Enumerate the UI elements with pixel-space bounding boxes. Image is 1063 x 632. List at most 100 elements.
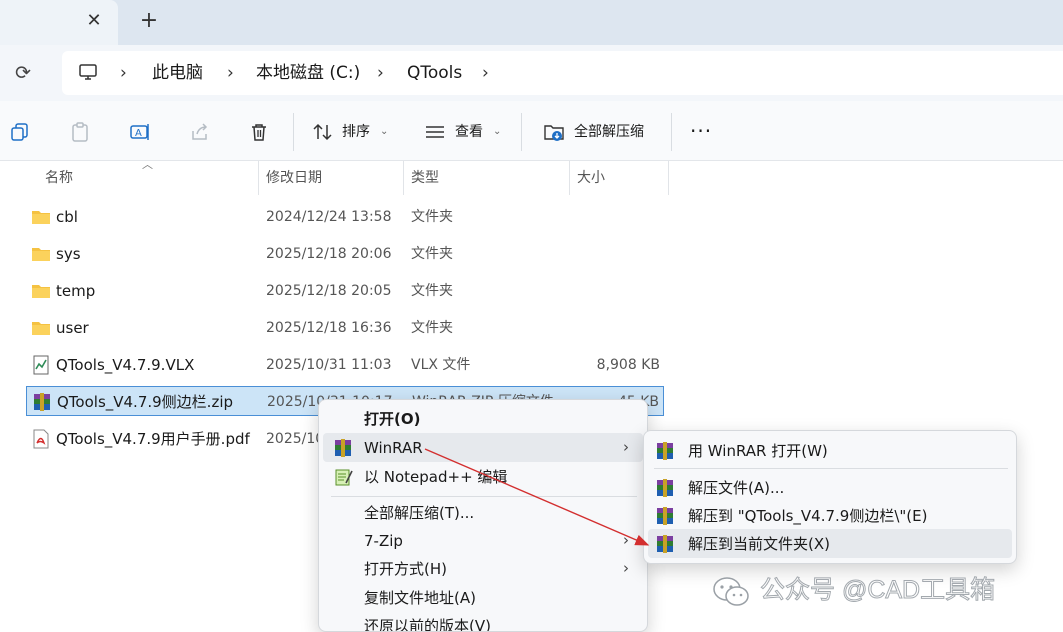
- submenu-item-label: 解压到当前文件夹(X): [688, 535, 830, 553]
- file-type: VLX 文件: [411, 357, 471, 373]
- column-header-date[interactable]: 修改日期: [266, 161, 322, 195]
- submenu-item-extract-files[interactable]: 解压文件(A)...: [648, 473, 1012, 502]
- winrar-icon: [335, 439, 351, 457]
- menu-item-label: 以 Notepad++ 编辑: [364, 468, 508, 486]
- breadcrumb-qtools[interactable]: QTools: [407, 63, 462, 83]
- file-date: 2025/12/18 16:36: [266, 320, 392, 336]
- menu-item-label: 打开方式(H): [364, 560, 447, 578]
- breadcrumb-separator[interactable]: ›: [377, 63, 384, 83]
- winrar-icon: [657, 442, 673, 460]
- share-icon[interactable]: [189, 121, 211, 143]
- refresh-icon[interactable]: ⟳: [12, 62, 34, 84]
- more-options-button[interactable]: ···: [690, 119, 712, 143]
- file-name: QTools_V4.7.9侧边栏.zip: [57, 393, 234, 411]
- extract-all-icon[interactable]: [543, 121, 565, 143]
- wechat-icon: [713, 577, 749, 606]
- submenu-item-extract-to-folder[interactable]: 解压到 "QTools_V4.7.9侧边栏\"(E): [648, 501, 1012, 530]
- file-row[interactable]: sys 2025/12/18 20:06 文件夹: [26, 239, 664, 269]
- file-date: 2024/12/24 13:58: [266, 209, 392, 225]
- file-type: 文件夹: [411, 320, 453, 336]
- column-divider[interactable]: [403, 161, 404, 195]
- sort-ascending-icon: ︿: [142, 158, 153, 171]
- winrar-icon: [657, 535, 673, 553]
- file-row[interactable]: cbl 2024/12/24 13:58 文件夹: [26, 202, 664, 232]
- chevron-down-icon[interactable]: ⌄: [493, 122, 501, 142]
- file-name: QTools_V4.7.9用户手册.pdf: [56, 430, 250, 448]
- submenu-item-open-with-winrar[interactable]: 用 WinRAR 打开(W): [648, 436, 1012, 465]
- menu-divider: [654, 468, 1008, 469]
- context-menu: 打开(O) WinRAR › 以 Notepad++ 编辑 全部解压缩(T)..…: [318, 399, 648, 632]
- tab-close-icon[interactable]: ✕: [84, 11, 104, 31]
- sort-icon[interactable]: [312, 121, 334, 143]
- paste-icon[interactable]: [69, 121, 91, 143]
- file-name: user: [56, 319, 89, 337]
- column-divider[interactable]: [569, 161, 570, 195]
- file-type: 文件夹: [411, 246, 453, 262]
- menu-item-copy-path[interactable]: 复制文件地址(A): [323, 583, 643, 612]
- breadcrumb-separator[interactable]: ›: [120, 63, 127, 83]
- folder-icon: [32, 285, 50, 298]
- winrar-archive-icon: [34, 393, 50, 411]
- tab-current[interactable]: ✕: [0, 0, 118, 45]
- computer-icon[interactable]: [78, 62, 98, 82]
- file-size: 8,908 KB: [596, 357, 660, 373]
- winrar-submenu: 用 WinRAR 打开(W) 解压文件(A)... 解压到 "QTools_V4…: [643, 430, 1017, 564]
- view-icon[interactable]: [424, 121, 446, 143]
- svg-text:A: A: [135, 128, 142, 139]
- toolbar-divider: [521, 113, 522, 151]
- command-bar: A 排序 ⌄ 查看 ⌄ 全部解压缩 ···: [0, 101, 1063, 161]
- column-divider[interactable]: [258, 161, 259, 195]
- breadcrumb-separator[interactable]: ›: [482, 63, 489, 83]
- new-tab-icon[interactable]: +: [138, 9, 160, 33]
- folder-icon: [32, 322, 50, 335]
- file-name: cbl: [56, 208, 78, 226]
- folder-icon: [32, 211, 50, 224]
- submenu-item-extract-here[interactable]: 解压到当前文件夹(X): [648, 529, 1012, 558]
- menu-item-extract-all[interactable]: 全部解压缩(T)...: [323, 498, 643, 527]
- breadcrumb-separator[interactable]: ›: [227, 63, 234, 83]
- menu-item-label: WinRAR: [364, 439, 423, 457]
- submenu-arrow-icon: ›: [623, 559, 629, 577]
- tab-strip: ✕ +: [0, 0, 1063, 45]
- breadcrumb-local-disk[interactable]: 本地磁盘 (C:): [256, 63, 360, 83]
- file-name: temp: [56, 282, 96, 300]
- menu-item-open[interactable]: 打开(O): [323, 404, 643, 433]
- delete-icon[interactable]: [248, 121, 270, 143]
- file-row[interactable]: temp 2025/12/18 20:05 文件夹: [26, 276, 664, 306]
- file-name: sys: [56, 245, 81, 263]
- menu-divider: [331, 496, 637, 497]
- submenu-item-label: 解压到 "QTools_V4.7.9侧边栏\"(E): [688, 507, 928, 525]
- rename-icon[interactable]: A: [129, 121, 151, 143]
- file-row[interactable]: QTools_V4.7.9.VLX 2025/10/31 11:03 VLX 文…: [26, 350, 664, 380]
- menu-item-label: 复制文件地址(A): [364, 589, 476, 607]
- file-type: 文件夹: [411, 209, 453, 225]
- menu-item-label: 全部解压缩(T)...: [364, 504, 475, 522]
- copy-icon[interactable]: [9, 121, 31, 143]
- file-name: QTools_V4.7.9.VLX: [56, 356, 195, 374]
- menu-item-open-with[interactable]: 打开方式(H) ›: [323, 554, 643, 583]
- menu-item-label: 还原以前的版本(V): [364, 617, 491, 632]
- view-button[interactable]: 查看: [455, 123, 483, 141]
- vlx-file-icon: [33, 355, 49, 375]
- menu-item-notepadpp[interactable]: 以 Notepad++ 编辑: [323, 462, 643, 491]
- chevron-down-icon[interactable]: ⌄: [380, 122, 388, 142]
- watermark-text: 公众号 @CAD工具箱: [759, 576, 996, 605]
- winrar-icon: [657, 507, 673, 525]
- address-bar[interactable]: › 此电脑 › 本地磁盘 (C:) › QTools ›: [62, 51, 1063, 95]
- file-row[interactable]: user 2025/12/18 16:36 文件夹: [26, 313, 664, 343]
- column-header-type[interactable]: 类型: [411, 161, 439, 195]
- menu-item-restore-versions[interactable]: 还原以前的版本(V): [323, 611, 643, 632]
- file-date: 2025/12/18 20:05: [266, 283, 392, 299]
- column-header-name[interactable]: 名称: [45, 161, 73, 195]
- menu-item-7zip[interactable]: 7-Zip ›: [323, 526, 643, 555]
- file-date: 2025/10/31 11:03: [266, 357, 392, 373]
- pdf-file-icon: [33, 429, 49, 449]
- address-row: ⟳ › 此电脑 › 本地磁盘 (C:) › QTools ›: [0, 45, 1063, 101]
- extract-all-button[interactable]: 全部解压缩: [574, 123, 644, 141]
- menu-item-winrar[interactable]: WinRAR ›: [323, 433, 643, 462]
- submenu-arrow-icon: ›: [623, 438, 629, 456]
- column-header-size[interactable]: 大小: [577, 161, 605, 195]
- column-divider[interactable]: [668, 161, 669, 195]
- sort-button[interactable]: 排序: [342, 123, 370, 141]
- breadcrumb-this-pc[interactable]: 此电脑: [152, 63, 203, 83]
